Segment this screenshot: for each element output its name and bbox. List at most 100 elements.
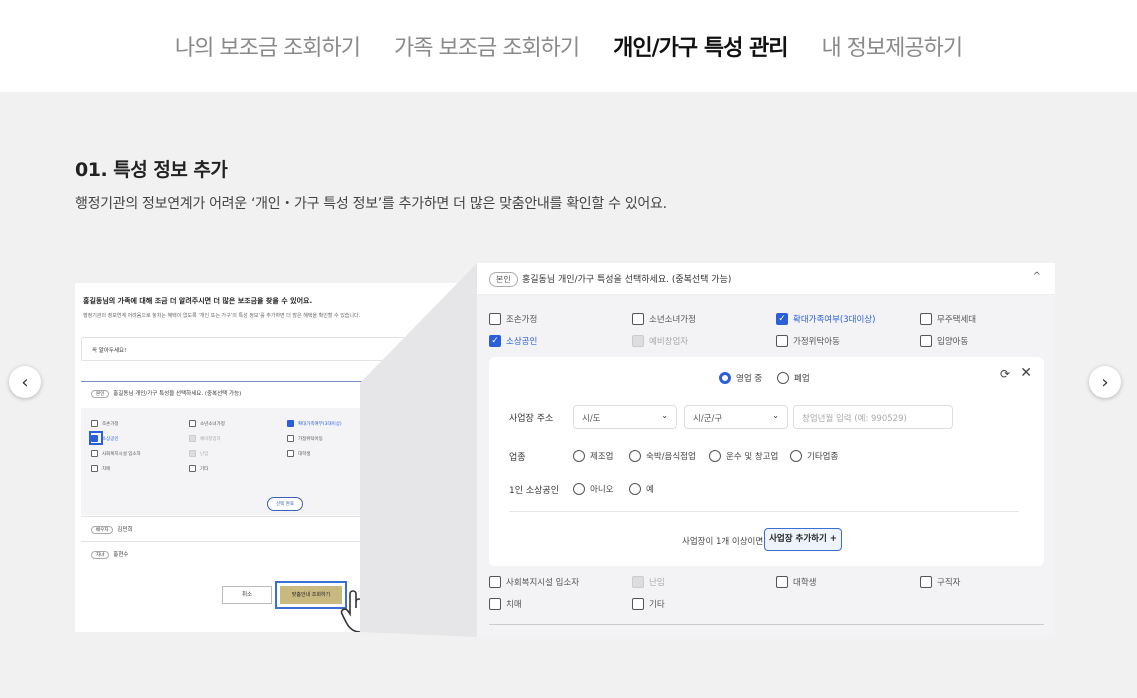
checkbox-label: 치매 bbox=[506, 600, 522, 610]
checkbox-label: 입양아동 bbox=[397, 436, 414, 442]
checkbox-label: 사회복지시설 입소자 bbox=[102, 451, 141, 457]
highlight-box bbox=[89, 431, 103, 445]
carousel-prev-button[interactable]: ‹ bbox=[9, 366, 41, 398]
checkbox-label: 소상공인 bbox=[506, 337, 538, 347]
checkmark-icon: ✓ bbox=[489, 335, 501, 347]
checkbox-label: 가정위탁아동 bbox=[793, 337, 840, 347]
radio-icon bbox=[573, 450, 585, 462]
chevron-up-icon: ⌃ bbox=[461, 524, 467, 531]
member-name: 홍현수 bbox=[113, 552, 129, 558]
preview-checkbox-item[interactable]: 예비창업자 bbox=[189, 435, 221, 442]
characteristic-checkbox[interactable]: 입양아동 bbox=[920, 335, 968, 347]
preview-checkbox-item[interactable]: 기타 bbox=[189, 465, 208, 472]
checkbox-icon bbox=[776, 335, 788, 347]
sido-select[interactable]: 시/도 ⌄ bbox=[573, 405, 677, 429]
carousel-next-button[interactable]: › bbox=[1089, 366, 1121, 398]
checkbox-icon bbox=[489, 576, 501, 588]
characteristic-checkbox[interactable]: 기타 bbox=[632, 598, 665, 610]
characteristic-checkbox[interactable]: 가정위탁아동 bbox=[776, 335, 840, 347]
industry-radio[interactable]: 기타업종 bbox=[790, 450, 838, 462]
characteristic-checkbox[interactable]: 조손가정 bbox=[489, 313, 537, 325]
checkbox-icon bbox=[91, 465, 98, 472]
checkbox-label: 난임 bbox=[649, 578, 665, 588]
tab-provide-info[interactable]: 내 정보제공하기 bbox=[821, 30, 963, 62]
top-navigation: 나의 보조금 조회하기 가족 보조금 조회하기 개인/가구 특성 관리 내 정보… bbox=[0, 0, 1137, 92]
characteristic-checkbox[interactable]: 구직자 bbox=[920, 576, 960, 588]
chevron-left-icon: ‹ bbox=[21, 371, 29, 393]
preview-checkbox-item[interactable]: 대학생 bbox=[287, 450, 310, 457]
tab-my-subsidy[interactable]: 나의 보조금 조회하기 bbox=[175, 30, 361, 62]
notice-select[interactable]: 꼭 알아두세요! ⌄ bbox=[81, 337, 473, 361]
chevron-up-icon: ^ bbox=[1032, 271, 1041, 282]
preview-checkbox-item[interactable]: 확대가족여부(3대이상) bbox=[287, 420, 342, 427]
checkbox-icon bbox=[489, 598, 501, 610]
characteristics-header[interactable]: 본인 홍길동님 개인/가구 특성을 선택하세요. (중복선택 가능) ^ bbox=[477, 263, 1055, 295]
chevron-down-icon: ⌄ bbox=[461, 549, 467, 556]
characteristic-checkbox[interactable]: 예비창업자 bbox=[632, 335, 688, 347]
characteristic-checkbox[interactable]: 사회복지시설 입소자 bbox=[489, 576, 579, 588]
preview-checkbox-item[interactable]: 난임 bbox=[189, 450, 208, 457]
radio-label: 운수 및 창고업 bbox=[726, 452, 779, 462]
solo-yes-radio[interactable]: 예 bbox=[629, 483, 654, 495]
add-business-note: 사업장이 1개 이상이면 bbox=[682, 537, 764, 547]
solo-label: 1인 소상공인 bbox=[509, 486, 559, 496]
section-title: 01. 특성 정보 추가 bbox=[75, 159, 228, 181]
checkbox-icon bbox=[189, 435, 196, 442]
notice-label: 꼭 알아두세요! bbox=[92, 348, 127, 354]
preview-checkbox-item[interactable]: 치매 bbox=[91, 465, 110, 472]
sigungu-select[interactable]: 시/군/구 ⌄ bbox=[684, 405, 788, 429]
checkbox-label: 조손가정 bbox=[506, 315, 538, 325]
radio-icon bbox=[790, 450, 802, 462]
tab-characteristics[interactable]: 개인/가구 특성 관리 bbox=[613, 30, 788, 62]
chevron-down-icon: ⌄ bbox=[661, 411, 668, 420]
member-tag: 자녀 bbox=[91, 551, 110, 559]
status-closed-radio[interactable]: 폐업 bbox=[777, 372, 810, 384]
solo-no-radio[interactable]: 아니오 bbox=[573, 483, 613, 495]
characteristic-checkbox[interactable]: 소년소녀가정 bbox=[632, 313, 696, 325]
industry-radio[interactable]: 제조업 bbox=[573, 450, 613, 462]
preview-checkbox-item[interactable]: 소년소녀가정 bbox=[189, 420, 225, 427]
checkbox-icon bbox=[91, 450, 98, 457]
characteristic-checkbox[interactable]: ✓ 소상공인 bbox=[489, 335, 537, 347]
preview-checkbox-item[interactable]: 무주택세대 bbox=[386, 420, 418, 427]
industry-label: 업종 bbox=[509, 453, 526, 463]
radio-icon bbox=[573, 483, 585, 495]
preview-checkbox-item[interactable]: 구직자 bbox=[386, 450, 409, 457]
preview-member-row[interactable]: 자녀 홍현수 ⌄ bbox=[81, 541, 477, 566]
preview-member-row[interactable]: 배우자 김민희 ⌃ bbox=[81, 516, 477, 541]
close-icon[interactable]: ✕ bbox=[1020, 365, 1032, 381]
characteristic-checkbox[interactable]: 대학생 bbox=[776, 576, 816, 588]
checkbox-label: 구직자 bbox=[937, 578, 961, 588]
preview-checkbox-item[interactable]: 사회복지시설 입소자 bbox=[91, 450, 141, 457]
preview-checkbox-item[interactable]: 입양아동 bbox=[386, 435, 414, 442]
refresh-icon[interactable]: ⟳ bbox=[1000, 367, 1010, 381]
status-open-radio[interactable]: 영업 중 bbox=[719, 372, 762, 384]
preview-done-button[interactable]: 선택 완료 bbox=[267, 497, 303, 511]
checkbox-label: 확대가족여부(3대이상) bbox=[298, 421, 342, 427]
left-preview-panel: 홍길동님의 가족에 대해 조금 더 알려주시면 더 많은 보조금을 찾을 수 있… bbox=[75, 283, 477, 632]
preview-checkbox-item[interactable]: 조손가정 bbox=[91, 420, 119, 427]
add-business-button[interactable]: 사업장 추가하기 + bbox=[764, 528, 842, 551]
characteristic-checkbox[interactable]: 난임 bbox=[632, 576, 665, 588]
preview-cancel-button[interactable]: 취소 bbox=[222, 586, 272, 604]
preview-checkbox-grid: 선택 완료 조손가정 소년소녀가정 확대가족여부(3대이상) 무주택세대 소상공인 예비창… bbox=[81, 408, 477, 515]
checkmark-icon: ✓ bbox=[776, 313, 788, 325]
radio-label: 폐업 bbox=[794, 374, 810, 384]
characteristic-checkbox[interactable]: ✓ 확대가족여부(3대이상) bbox=[776, 313, 875, 325]
checkbox-label: 소년소녀가정 bbox=[649, 315, 696, 325]
preview-sub-title: 홍길동님 개인/가구 특성을 선택하세요. (중복선택 가능) bbox=[113, 391, 242, 397]
divider bbox=[489, 624, 1044, 625]
open-year-input[interactable]: 창업년월 입력 (예: 990529) bbox=[793, 405, 953, 429]
radio-label: 예 bbox=[646, 485, 654, 495]
address-label: 사업장 주소 bbox=[509, 414, 554, 424]
tab-family-subsidy[interactable]: 가족 보조금 조회하기 bbox=[394, 30, 580, 62]
checkbox-label: 예비창업자 bbox=[649, 337, 689, 347]
preview-checkbox-item[interactable]: 가정위탁아동 bbox=[287, 435, 323, 442]
member-name: 김민희 bbox=[117, 527, 133, 533]
industry-radio[interactable]: 운수 및 창고업 bbox=[709, 450, 778, 462]
characteristic-checkbox[interactable]: 무주택세대 bbox=[920, 313, 976, 325]
member-tag: 배우자 bbox=[91, 526, 114, 534]
characteristic-checkbox[interactable]: 치매 bbox=[489, 598, 522, 610]
industry-radio[interactable]: 숙박/음식점업 bbox=[629, 450, 696, 462]
preview-submit-button[interactable]: 맞춤안내 조회하기 bbox=[275, 581, 347, 609]
